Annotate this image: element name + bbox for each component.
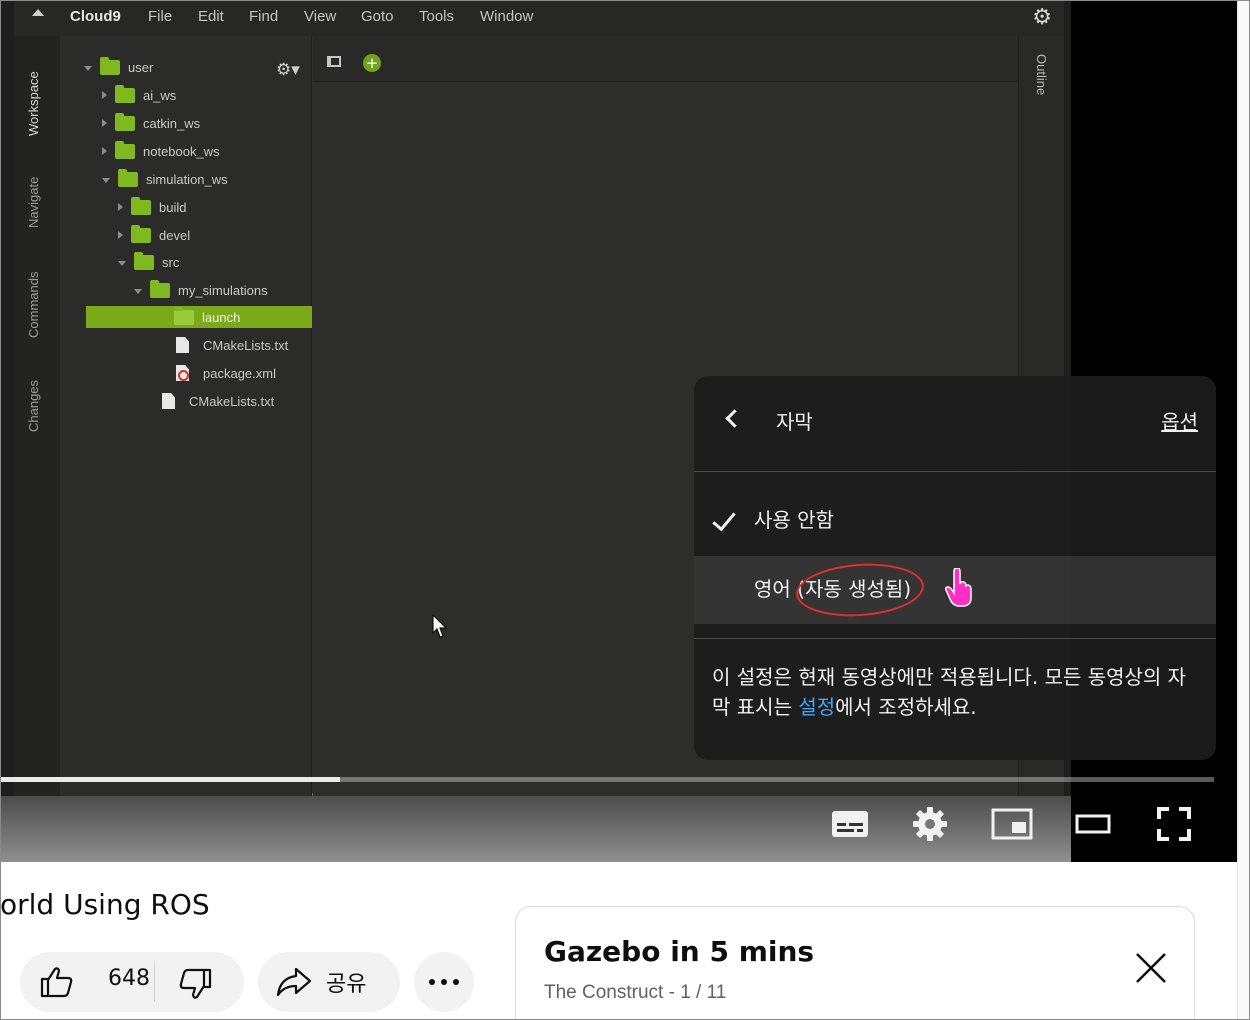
divider: [154, 962, 155, 1002]
gear-icon: ⚙▾: [276, 60, 300, 80]
divider: [694, 471, 1216, 472]
tree-item: CMakeLists.txt: [176, 334, 288, 356]
tree-item: notebook_ws: [102, 140, 220, 162]
folder-icon: [131, 224, 151, 243]
menu-find: Find: [249, 8, 279, 25]
hand-cursor-icon: [945, 568, 972, 607]
tab-changes: Changes: [26, 379, 41, 432]
video-title: orld Using ROS: [0, 888, 210, 921]
divider: [694, 638, 1216, 639]
tree-item: package.xml: [176, 362, 276, 384]
playlist-subtitle[interactable]: The Construct - 1 / 11: [544, 982, 726, 1004]
subtitles-icon: [832, 811, 868, 837]
menu-goto: Goto: [361, 8, 394, 25]
xml-file-icon: [176, 365, 189, 381]
folder-icon: [174, 306, 194, 325]
progress-fill: [0, 777, 340, 782]
scrollbar-track[interactable]: [1237, 0, 1250, 1020]
subtitle-option-off[interactable]: 사용 안함: [754, 504, 834, 533]
more-actions-button[interactable]: [414, 952, 474, 1012]
chevron-up-icon: [32, 9, 44, 16]
folder-icon: [118, 168, 138, 187]
menu-file: File: [148, 8, 173, 25]
gear-icon: ⚙: [1032, 4, 1052, 29]
tree-item: ai_ws: [102, 84, 176, 106]
tree-item: src: [118, 251, 179, 273]
file-icon: [162, 393, 175, 409]
folder-icon: [131, 196, 151, 215]
subtitle-note: 이 설정은 현재 동영상에만 적용됩니다. 모든 동영상의 자막 표시는 설정에…: [712, 665, 1187, 719]
progress-bar[interactable]: [0, 777, 1214, 782]
fullscreen-button[interactable]: [1150, 800, 1198, 848]
ide-menubar: Cloud9 File Edit Find View Goto Tools Wi…: [14, 0, 1064, 36]
checkmark-icon: [712, 506, 736, 532]
settings-button[interactable]: [906, 800, 954, 848]
tree-item-selected: launch: [86, 306, 312, 328]
subtitles-button[interactable]: [826, 800, 874, 848]
theater-mode-button[interactable]: [1070, 800, 1118, 848]
editor-tabbar: +: [313, 36, 1018, 82]
tree-item: my_simulations: [134, 279, 268, 301]
page: Cloud9 File Edit Find View Goto Tools Wi…: [0, 0, 1250, 1020]
share-button[interactable]: 공유: [258, 952, 400, 1012]
share-label: 공유: [326, 972, 367, 997]
options-link[interactable]: 옵션: [1161, 406, 1198, 435]
folder-icon: [100, 56, 120, 75]
tree-item: build: [118, 196, 186, 218]
share-arrow-icon: [276, 967, 312, 997]
mouse-cursor-icon: [432, 614, 448, 638]
menu-window: Window: [480, 8, 534, 25]
ide-brand: Cloud9: [70, 8, 121, 25]
folder-icon: [134, 251, 154, 270]
tree-item: user: [84, 56, 153, 78]
file-tree: ⚙▾ user ai_ws catkin_ws notebook_ws simu…: [60, 36, 312, 796]
thumbs-down-icon[interactable]: [178, 968, 212, 1000]
fullscreen-icon: [1157, 807, 1191, 841]
thumbs-up-icon[interactable]: [40, 966, 74, 998]
menu-title: 자막: [776, 410, 813, 434]
tree-item: catkin_ws: [102, 112, 200, 134]
playlist-title[interactable]: Gazebo in 5 mins: [544, 935, 814, 968]
tab-outline: Outline: [1034, 54, 1049, 96]
folder-icon: [115, 112, 135, 131]
file-icon: [176, 337, 189, 353]
folder-icon: [115, 84, 135, 103]
miniplayer-button[interactable]: [988, 800, 1036, 848]
close-icon[interactable]: [1134, 951, 1168, 985]
menu-tools: Tools: [419, 8, 455, 25]
tab-workspace: Workspace: [26, 71, 41, 136]
tree-item: devel: [118, 224, 190, 246]
folder-icon: [115, 140, 135, 159]
like-count[interactable]: 648: [108, 966, 150, 991]
back-chevron-icon[interactable]: [725, 409, 744, 428]
video-player[interactable]: Cloud9 File Edit Find View Goto Tools Wi…: [0, 0, 1237, 862]
miniplayer-icon: [991, 808, 1033, 840]
ide-left-tabs: Workspace Navigate Commands Changes: [14, 36, 60, 796]
tree-item: simulation_ws: [102, 168, 228, 190]
plus-icon: +: [363, 54, 381, 72]
menu-view: View: [304, 8, 337, 25]
settings-gear-icon: [913, 807, 947, 841]
settings-link[interactable]: 설정: [798, 695, 835, 719]
tab-list-icon: [327, 56, 341, 67]
tab-commands: Commands: [26, 271, 41, 338]
more-horizontal-icon: [429, 979, 459, 985]
tab-navigate: Navigate: [26, 176, 41, 228]
playlist-panel: Gazebo in 5 mins The Construct - 1 / 11: [515, 906, 1195, 1020]
menu-edit: Edit: [198, 8, 224, 25]
tree-item: CMakeLists.txt: [162, 390, 274, 412]
folder-icon: [150, 279, 170, 298]
like-dislike-group: 648: [20, 952, 244, 1012]
theater-mode-icon: [1075, 814, 1111, 834]
